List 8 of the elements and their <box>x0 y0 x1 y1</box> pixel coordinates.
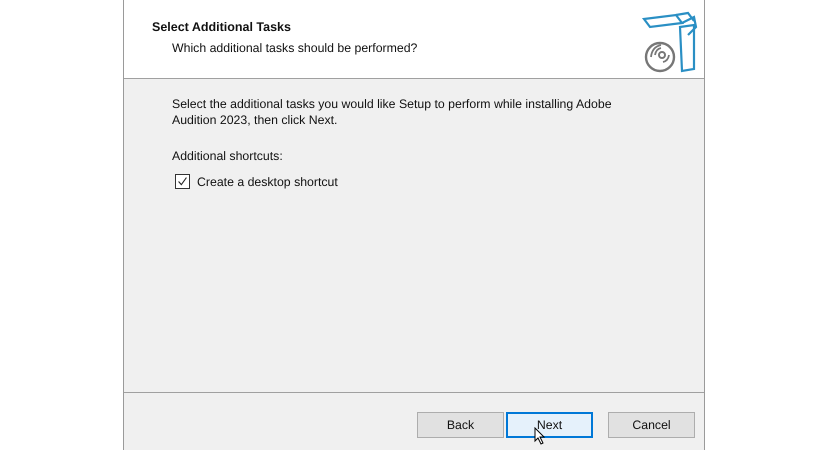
wizard-button[interactable]: Back <box>417 412 504 438</box>
shortcuts-label: Additional shortcuts: <box>172 149 284 163</box>
page-title: Select Additional Tasks <box>152 20 292 34</box>
page-subtitle: Which additional tasks should be performed? <box>171 41 418 55</box>
checkbox[interactable] <box>175 174 190 189</box>
checkbox-label[interactable]: Create a desktop shortcut <box>197 174 338 188</box>
instructions-text: Select the additional tasks you would like Setup to perform while installing Adobe Audition 2023, then click Next. <box>172 96 613 128</box>
wizard-button[interactable]: Cancel <box>608 412 695 438</box>
